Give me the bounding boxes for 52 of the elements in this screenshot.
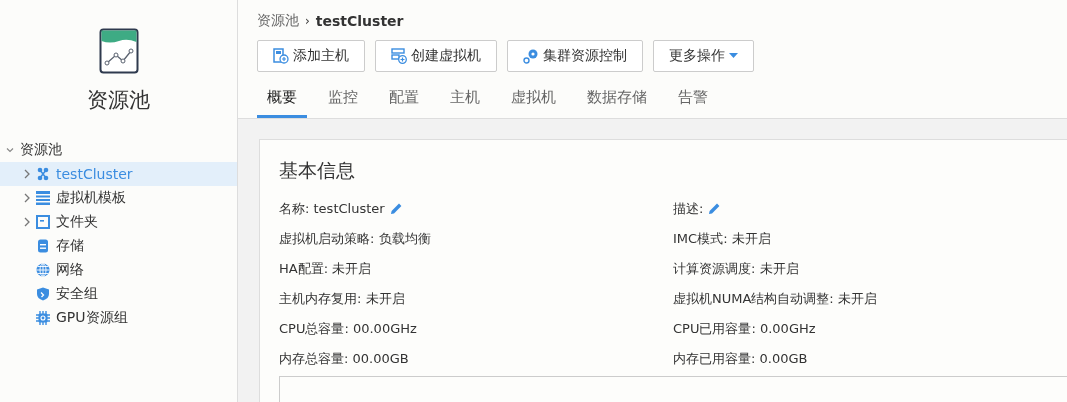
chevron-right-icon[interactable] bbox=[22, 192, 32, 204]
breadcrumb-separator: › bbox=[305, 14, 310, 28]
tab[interactable]: 告警 bbox=[668, 84, 718, 118]
info-field: 虚拟机NUMA结构自动调整: 未开启 bbox=[673, 290, 877, 308]
cluster-icon bbox=[36, 167, 50, 181]
info-field: 名称: testCluster bbox=[279, 200, 385, 218]
info-field: 内存已用容量: 0.00GB bbox=[673, 350, 808, 368]
card-title: 基本信息 bbox=[279, 158, 356, 183]
info-field: IMC模式: 未开启 bbox=[673, 230, 771, 248]
info-field: 主机内存复用: 未开启 bbox=[279, 290, 405, 308]
chip-icon bbox=[36, 311, 50, 325]
gears-icon bbox=[523, 48, 539, 64]
tree-item[interactable]: 虚拟机模板 bbox=[0, 186, 237, 210]
tab[interactable]: 配置 bbox=[379, 84, 429, 118]
info-field: 计算资源调度: 未开启 bbox=[673, 260, 799, 278]
tab[interactable]: 数据存储 bbox=[577, 84, 657, 118]
chevron-right-icon[interactable] bbox=[22, 168, 32, 180]
toolbar-button[interactable]: 集群资源控制 bbox=[507, 40, 643, 72]
chevron-down-icon[interactable] bbox=[5, 145, 15, 155]
tree-item[interactable]: GPU资源组 bbox=[0, 306, 237, 330]
list-icon bbox=[36, 191, 50, 205]
info-field: 描述: bbox=[673, 200, 704, 218]
info-field: 虚拟机启动策略: 负载均衡 bbox=[279, 230, 431, 248]
shield-icon bbox=[36, 287, 50, 301]
tab[interactable]: 监控 bbox=[318, 84, 368, 118]
add-host-icon bbox=[273, 48, 289, 64]
chart-card-icon bbox=[98, 28, 139, 74]
caret-down-icon bbox=[729, 53, 738, 59]
folder-icon bbox=[36, 215, 50, 229]
edit-icon[interactable] bbox=[707, 202, 722, 216]
toolbar-button[interactable]: 创建虚拟机 bbox=[375, 40, 497, 72]
info-field: HA配置: 未开启 bbox=[279, 260, 372, 278]
toolbar-button[interactable]: 添加主机 bbox=[257, 40, 365, 72]
breadcrumb-link[interactable]: 资源池 bbox=[257, 12, 299, 30]
tree-item[interactable]: 网络 bbox=[0, 258, 237, 282]
toolbar-button[interactable]: 更多操作 bbox=[653, 40, 754, 72]
info-field: 内存总容量: 00.00GB bbox=[279, 350, 409, 368]
tree-root-label[interactable]: 资源池 bbox=[20, 141, 62, 159]
info-field: CPU已用容量: 0.00GHz bbox=[673, 320, 816, 338]
tree-item[interactable]: 文件夹 bbox=[0, 210, 237, 234]
info-field: CPU总容量: 00.00GHz bbox=[279, 320, 417, 338]
sidebar-title: 资源池 bbox=[87, 87, 150, 114]
tree-item[interactable]: 存储 bbox=[0, 234, 237, 258]
chevron-right-icon[interactable] bbox=[22, 216, 32, 228]
tab[interactable]: 主机 bbox=[440, 84, 490, 118]
globe-icon bbox=[36, 263, 50, 277]
tree-item[interactable]: 安全组 bbox=[0, 282, 237, 306]
tab[interactable]: 虚拟机 bbox=[501, 84, 566, 118]
edit-icon[interactable] bbox=[388, 202, 403, 216]
breadcrumb-current: testCluster bbox=[315, 13, 404, 29]
add-server-icon bbox=[391, 48, 407, 64]
database-icon bbox=[36, 239, 50, 253]
